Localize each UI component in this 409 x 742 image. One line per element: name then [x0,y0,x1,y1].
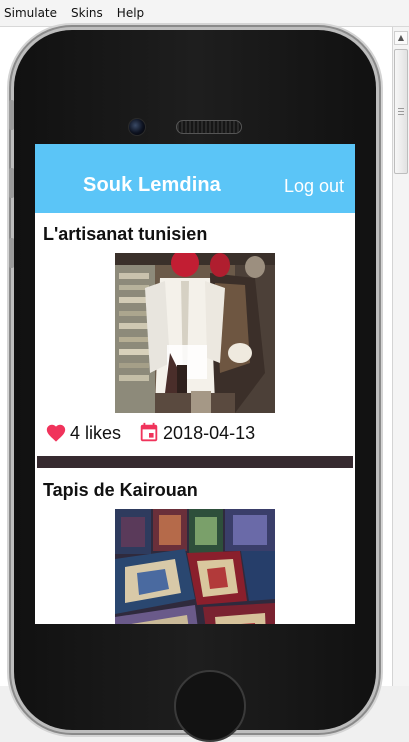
post-image-garments[interactable] [115,253,275,413]
likes-count: 4 likes [70,422,122,443]
post-meta: 4 likes 2018-04-13 [45,421,255,445]
mute-switch [9,100,14,130]
menu-simulate[interactable]: Simulate [0,0,64,27]
app-screen: Souk Lemdina Log out L'artisanat tunisie… [35,144,355,624]
volume-down-button [9,238,14,268]
front-camera-icon [128,118,146,136]
app-title: Souk Lemdina [83,174,221,196]
menu-skins[interactable]: Skins [64,0,110,27]
vertical-scrollbar[interactable]: ▲ [392,27,409,686]
menu-help[interactable]: Help [110,0,151,27]
heart-icon[interactable] [45,422,67,444]
earpiece-speaker [176,120,242,134]
app-bar: Souk Lemdina Log out [35,144,355,213]
scroll-up-arrow-icon[interactable]: ▲ [394,31,408,45]
post-date: 2018-04-13 [163,422,256,443]
post-title: L'artisanat tunisien [43,224,208,244]
calendar-icon [138,422,160,444]
menu-bar: Simulate Skins Help [0,0,409,27]
logout-button[interactable]: Log out [284,176,344,197]
volume-up-button [9,168,14,198]
home-button[interactable] [174,670,246,742]
post-image-carpets[interactable] [115,509,275,624]
post-title: Tapis de Kairouan [43,480,198,500]
scrollbar-thumb[interactable] [394,49,408,174]
post-separator [37,456,353,468]
